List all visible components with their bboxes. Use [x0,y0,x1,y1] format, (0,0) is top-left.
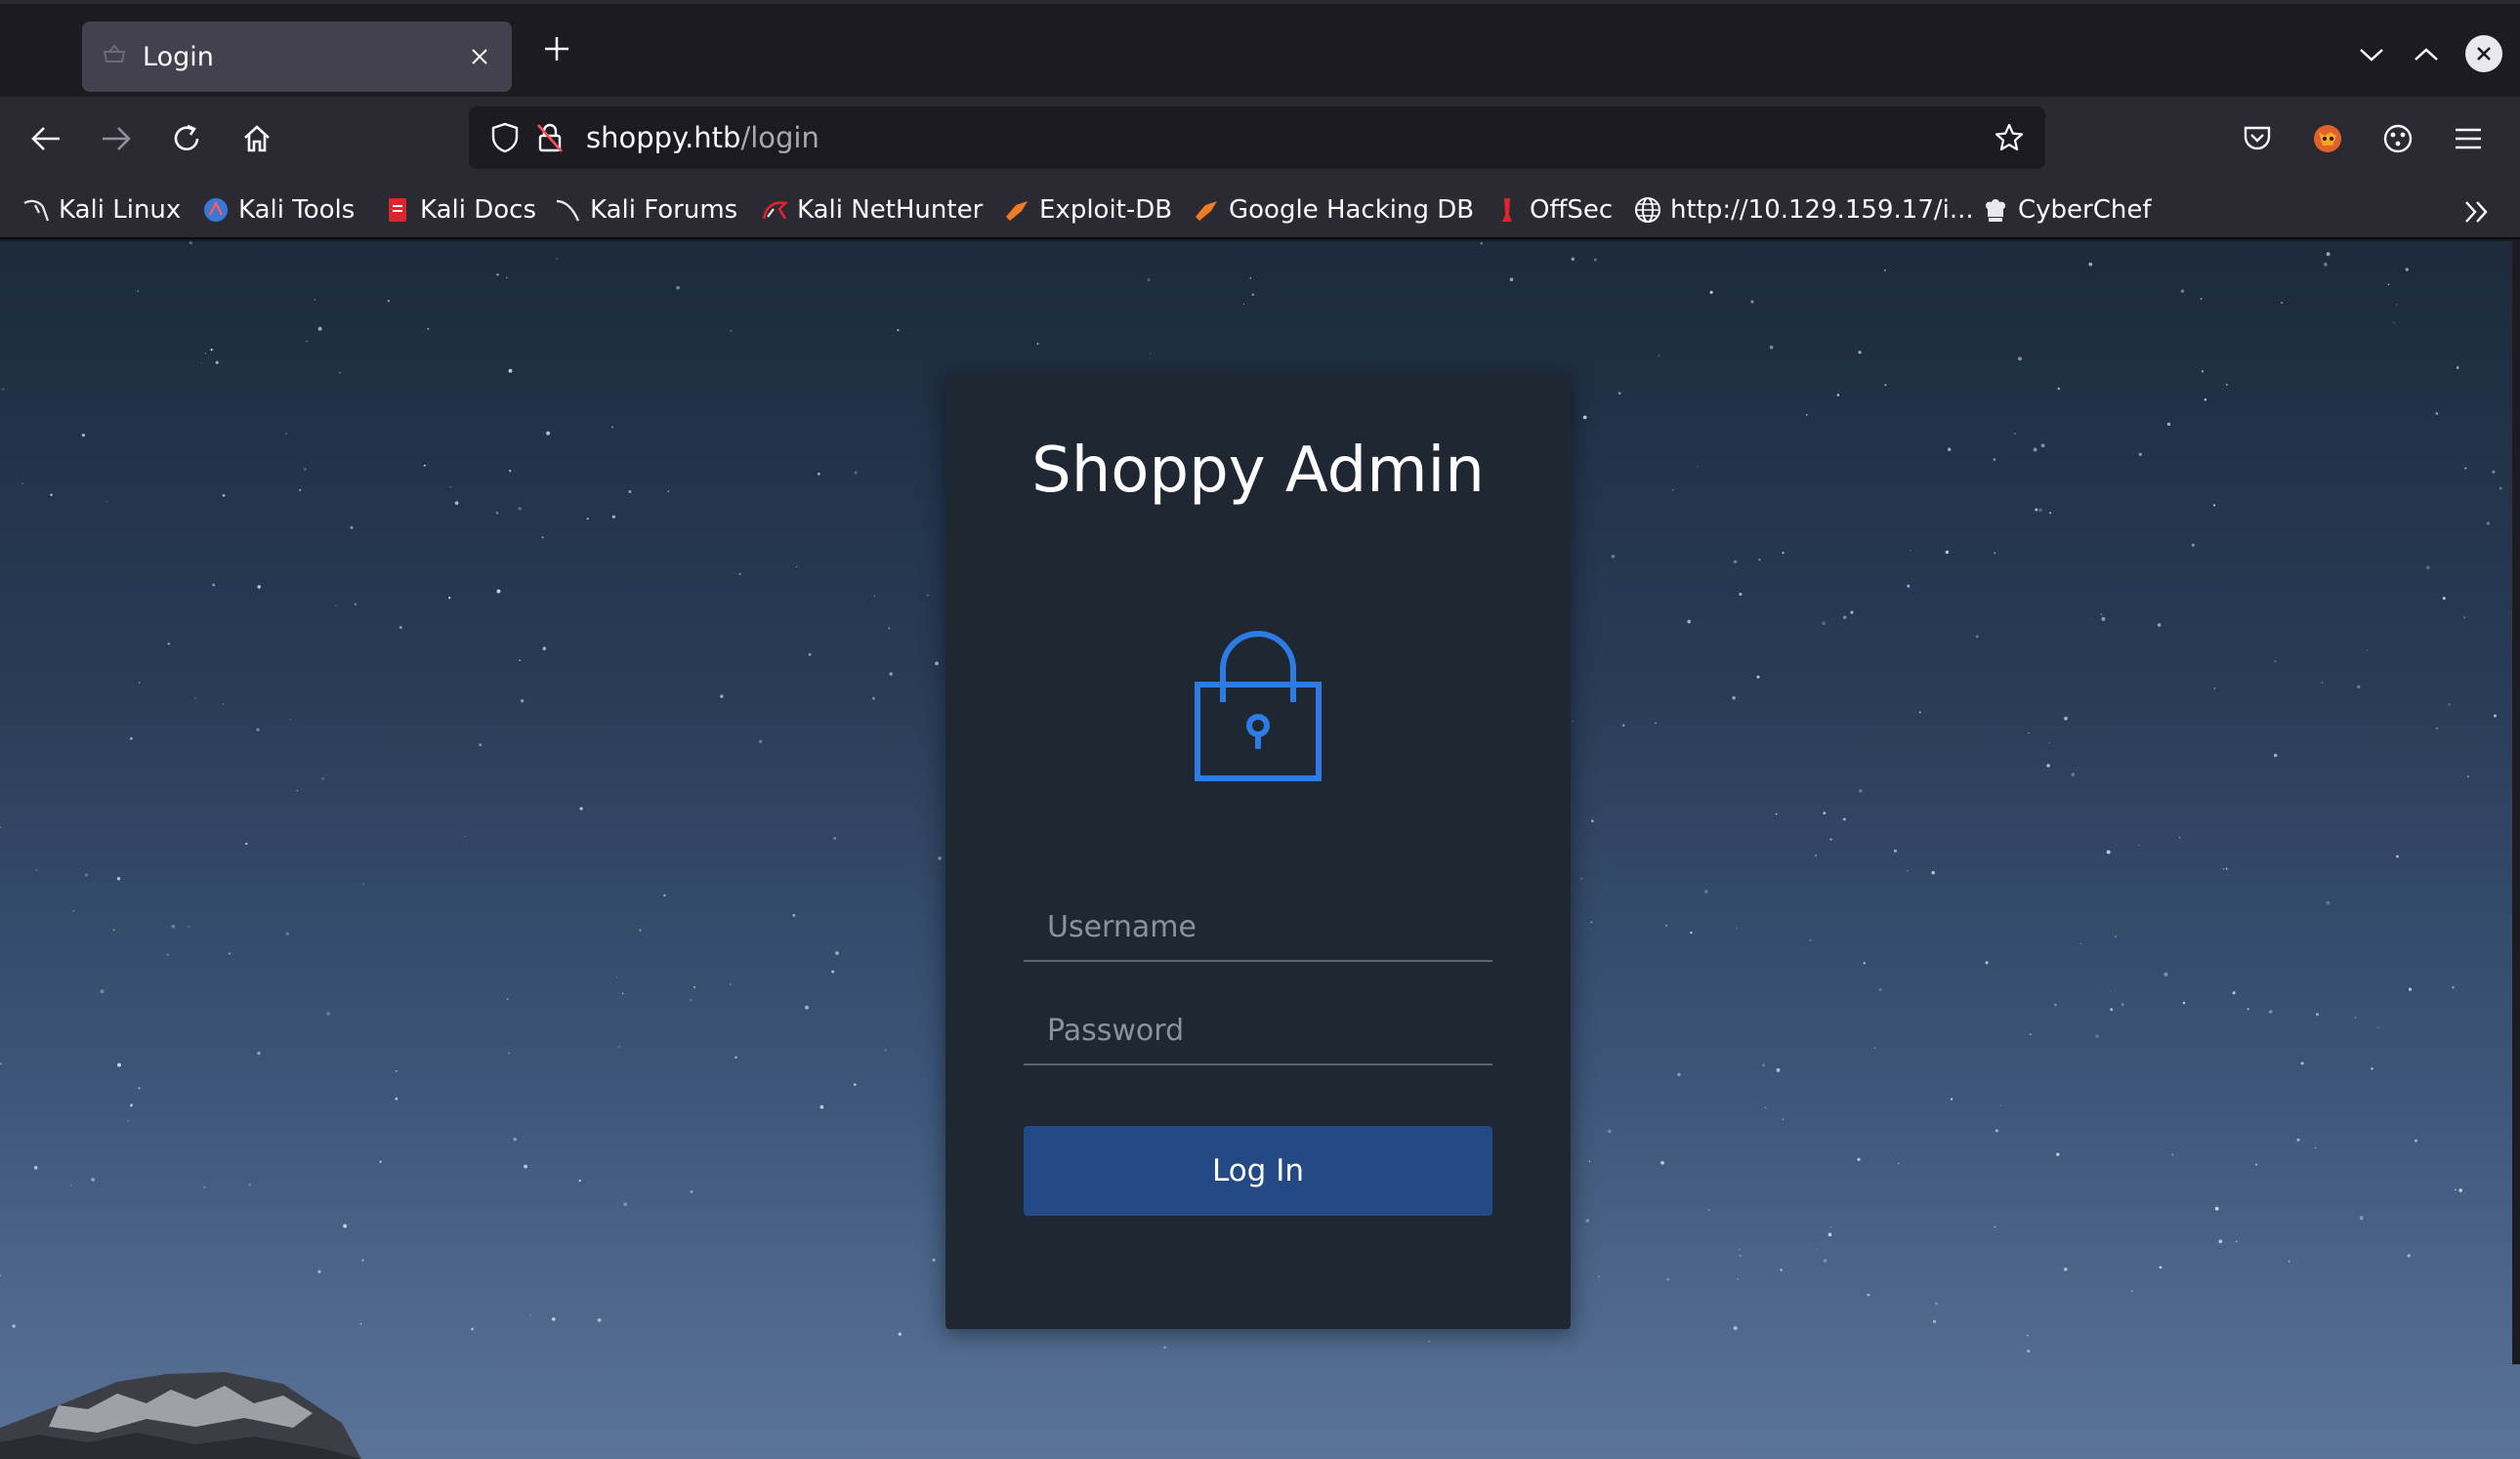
username-field [1024,894,1492,962]
bookmark-label: Exploit-DB [1039,195,1173,225]
exploit-db-icon [1002,195,1031,225]
login-card: Shoppy Admin Log In [945,374,1571,1329]
bookmark-ip-address[interactable]: http://10.129.159.17/i... [1633,190,1974,229]
log-in-button[interactable]: Log In [1024,1126,1492,1216]
bookmark-label: Kali Linux [59,195,182,225]
url-text[interactable]: shoppy.htb/login [586,121,1987,154]
reload-icon[interactable] [164,116,209,161]
bookmark-label: http://10.129.159.17/i... [1670,195,1974,225]
pocket-icon[interactable] [2235,116,2280,161]
kali-nethunter-icon [760,195,789,225]
bookmark-kali-tools[interactable]: Kali Tools [201,190,355,229]
bookmark-kali-linux[interactable]: Kali Linux [21,190,181,229]
bookmark-kali-nethunter[interactable]: Kali NetHunter [760,190,983,229]
url-host: shoppy.htb [586,121,741,154]
address-bar[interactable]: shoppy.htb/login [469,106,2045,169]
bookmark-label: Kali NetHunter [797,195,984,225]
kali-tools-icon [201,195,231,225]
app-menu-hamburger-icon[interactable] [2446,116,2491,161]
tab-favicon-icon [100,42,129,71]
page-viewport: Shoppy Admin Log In [0,241,2520,1459]
bookmark-label: Google Hacking DB [1229,195,1475,225]
kali-forums-icon [553,195,582,225]
bookmark-kali-docs[interactable]: Kali Docs [383,190,536,229]
bookmarks-overflow-chevron-icon[interactable] [2457,192,2497,231]
bookmark-google-hacking-db[interactable]: Google Hacking DB [1192,190,1474,229]
kali-docs-icon [383,195,412,225]
tab-close-icon[interactable] [465,41,494,73]
navigation-toolbar: shoppy.htb/login [0,97,2520,181]
title-strip [0,0,2520,4]
insecure-connection-lock-icon[interactable] [527,115,572,160]
tab-title: Login [143,41,214,72]
page-scrollbar[interactable] [2512,241,2520,1364]
tab-login[interactable]: Login [82,21,512,92]
bookmarks-toolbar: Kali Linux Kali Tools Kali Docs Kali For… [0,181,2520,239]
bookmark-label: CyberChef [2018,195,2152,225]
bookmark-exploit-db[interactable]: Exploit-DB [1002,190,1172,229]
back-arrow-icon[interactable] [23,116,68,161]
bookmark-label: OffSec [1530,195,1614,225]
password-input[interactable] [1024,997,1492,1063]
login-heading: Shoppy Admin [1031,435,1485,507]
url-path: /login [740,121,819,154]
forward-arrow-icon[interactable] [94,116,139,161]
tracking-protection-shield-icon[interactable] [483,115,527,160]
globe-icon [1633,195,1662,225]
bookmark-star-icon[interactable] [1987,115,2032,160]
tab-strip: Login [0,0,2520,97]
password-field [1024,997,1492,1065]
bookmark-label: Kali Tools [238,195,356,225]
offsec-icon [1492,195,1522,225]
bookmark-label: Kali Docs [420,195,537,225]
cyberchef-icon [1981,195,2010,225]
extensions-icon[interactable] [2375,116,2420,161]
bookmark-kali-forums[interactable]: Kali Forums [553,190,737,229]
username-input[interactable] [1024,894,1492,960]
kali-dragon-icon [21,195,51,225]
window-close-icon[interactable] [2465,35,2502,72]
home-icon[interactable] [234,116,279,161]
list-tabs-chevron-down-icon[interactable] [2352,35,2391,74]
foxyproxy-extension-icon[interactable] [2305,116,2350,161]
new-tab-button[interactable] [535,31,578,74]
bookmark-label: Kali Forums [590,195,738,225]
bookmark-cyberchef[interactable]: CyberChef [1981,190,2152,229]
maximize-chevron-up-icon[interactable] [2407,35,2446,74]
padlock-icon [1195,631,1322,781]
ghdb-icon [1192,195,1221,225]
bookmark-offsec[interactable]: OffSec [1492,190,1613,229]
